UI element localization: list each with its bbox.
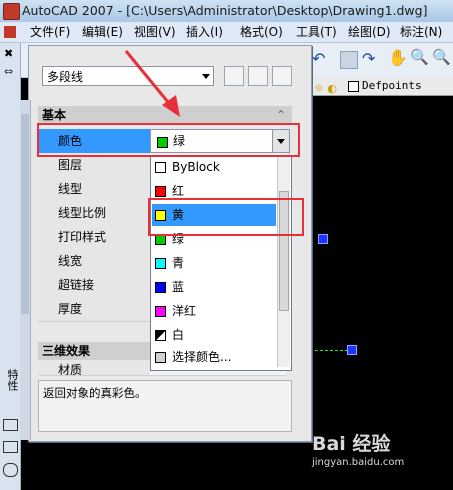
quick-select-button[interactable] <box>272 66 292 86</box>
grip-point[interactable] <box>347 345 357 355</box>
toolbar-button-1[interactable] <box>340 51 358 69</box>
property-label-color: 颜色 <box>38 129 150 153</box>
color-swatch <box>155 258 166 269</box>
property-label-hyperlink: 超链接 <box>38 273 150 297</box>
undo-icon[interactable]: ↶ <box>312 49 325 68</box>
property-label-layer: 图层 <box>38 153 150 177</box>
menu-tools[interactable]: 工具(T) <box>292 22 341 42</box>
color-option-label: ByBlock <box>172 160 220 174</box>
dropdown-scrollbar[interactable] <box>277 157 290 367</box>
select-objects-button[interactable] <box>248 66 268 86</box>
color-option-cyan[interactable]: 青 <box>152 252 276 274</box>
color-swatch <box>155 186 166 197</box>
menu-icon[interactable] <box>4 26 16 38</box>
color-option-byblock[interactable]: ByBlock <box>152 156 276 178</box>
section-basic-title: 基本 <box>42 108 67 122</box>
property-label-linetype: 线型 <box>38 177 150 201</box>
color-select[interactable]: 绿 <box>150 129 290 153</box>
property-label-material: 材质 <box>38 361 150 375</box>
pan-icon[interactable]: ✋ <box>388 48 408 67</box>
color-option-label: 红 <box>172 184 185 198</box>
color-option-select-color[interactable]: 选择颜色... <box>152 346 276 368</box>
property-description: 返回对象的真彩色。 <box>38 380 292 432</box>
toolbar-icon-a[interactable] <box>3 419 18 431</box>
color-swatch <box>155 162 166 173</box>
close-palette-icon[interactable]: ✖ <box>4 47 13 60</box>
palette-title-vertical: 特性 <box>6 369 19 391</box>
menu-view[interactable]: 视图(V) <box>130 22 180 42</box>
palette-scrollbar[interactable] <box>20 100 31 440</box>
annotation-arrow <box>124 50 180 117</box>
object-type-value: 多段线 <box>47 70 84 84</box>
redo-icon[interactable]: ↷ <box>362 49 375 68</box>
title-bar: AutoCAD 2007 - [C:\Users\Administrator\D… <box>0 0 453 22</box>
left-docked-toolbar: ✖ ⇔ 特性 <box>0 43 21 490</box>
color-wheel-icon <box>155 352 166 363</box>
layer-toolbar: ☼ ◐ Defpoints <box>300 77 453 96</box>
chevron-down-icon[interactable] <box>202 74 210 79</box>
color-swatch <box>155 210 166 221</box>
property-label-lineweight: 线宽 <box>38 249 150 273</box>
baidu-watermark: Bai 经验 jingyan.baidu.com <box>312 432 452 488</box>
color-dropdown-list: ByBlock 红 黄 绿 青 蓝 洋红 白 选择颜色... <box>150 155 292 371</box>
menu-edit[interactable]: 编辑(E) <box>78 22 127 42</box>
color-swatch <box>155 282 166 293</box>
collapse-icon[interactable]: ⌃ <box>276 106 286 124</box>
color-option-blue[interactable]: 蓝 <box>152 276 276 298</box>
color-swatch <box>155 330 166 341</box>
watermark-url: jingyan.baidu.com <box>312 457 405 468</box>
menu-insert[interactable]: 插入(I) <box>182 22 227 42</box>
menu-draw[interactable]: 绘图(D) <box>344 22 395 42</box>
zoom-realtime-icon[interactable]: 🔍 <box>410 48 429 66</box>
color-option-label: 绿 <box>172 232 185 246</box>
autohide-icon[interactable]: ⇔ <box>4 65 13 78</box>
color-swatch <box>155 234 166 245</box>
grip-point[interactable] <box>318 234 328 244</box>
drawing-canvas[interactable] <box>300 96 453 490</box>
color-option-green[interactable]: 绿 <box>152 228 276 250</box>
property-label-thickness: 厚度 <box>38 297 150 321</box>
color-option-label: 蓝 <box>172 280 185 294</box>
color-option-label: 白 <box>172 328 185 342</box>
color-option-red[interactable]: 红 <box>152 180 276 202</box>
property-label-linetype-scale: 线型比例 <box>38 201 150 225</box>
property-label-plot-style: 打印样式 <box>38 225 150 249</box>
toolbar-icon-b[interactable] <box>3 441 18 453</box>
zoom-window-icon[interactable]: 🔍 <box>432 48 451 66</box>
layer-color-swatch <box>348 81 359 92</box>
color-dropdown-button[interactable] <box>272 130 289 152</box>
color-option-white[interactable]: 白 <box>152 324 276 346</box>
section-3d-title: 三维效果 <box>42 344 91 358</box>
window-title: AutoCAD 2007 - [C:\Users\Administrator\D… <box>22 3 428 18</box>
color-option-magenta[interactable]: 洋红 <box>152 300 276 322</box>
dropdown-scrollbar-thumb[interactable] <box>279 191 289 311</box>
current-color-value: 绿 <box>173 134 186 148</box>
current-color-swatch <box>157 137 168 148</box>
scrollbar-thumb[interactable] <box>21 114 29 314</box>
color-option-label: 黄 <box>172 208 185 222</box>
color-option-label: 洋红 <box>172 304 197 318</box>
current-layer-name[interactable]: Defpoints <box>362 77 422 95</box>
color-swatch <box>155 306 166 317</box>
menu-bar: 文件(F) 编辑(E) 视图(V) 插入(I) 格式(O) 工具(T) 绘图(D… <box>0 22 453 43</box>
color-option-label: 青 <box>172 256 185 270</box>
menu-dimension[interactable]: 标注(N) <box>396 22 446 42</box>
color-option-yellow[interactable]: 黄 <box>152 204 276 226</box>
toolbar-icon-c[interactable] <box>3 463 18 477</box>
menu-format[interactable]: 格式(O) <box>236 22 287 42</box>
toggle-pickadd-button[interactable] <box>224 66 244 86</box>
autocad-app-icon[interactable] <box>3 3 20 20</box>
menu-file[interactable]: 文件(F) <box>26 22 74 42</box>
color-option-label: 选择颜色... <box>172 350 232 364</box>
watermark-brand: Bai 经验 <box>312 433 391 455</box>
